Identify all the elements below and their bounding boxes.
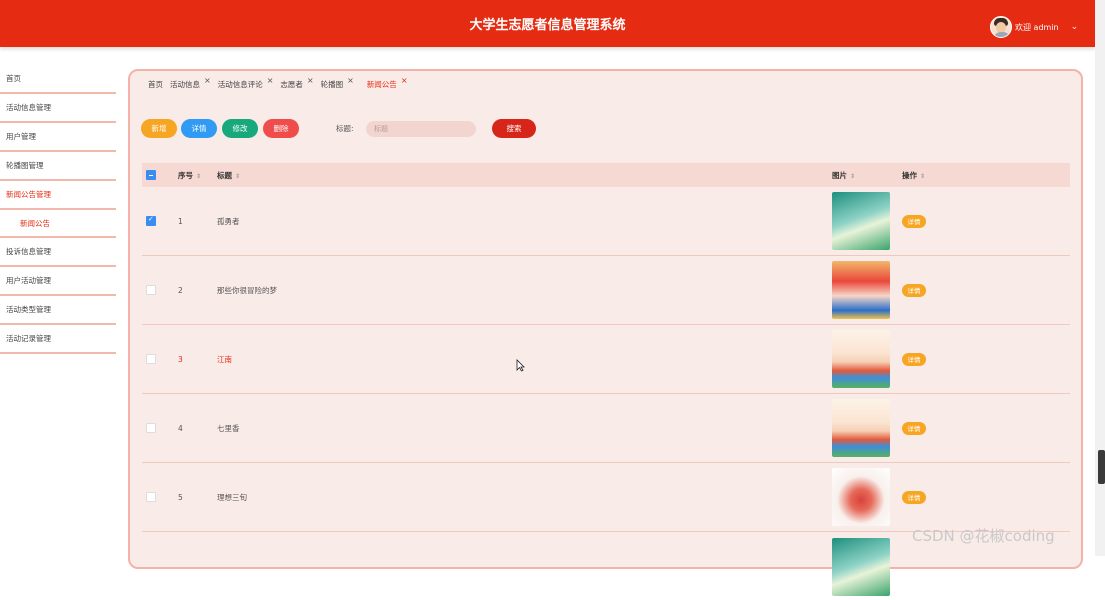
news-image	[832, 330, 890, 388]
news-image	[832, 261, 890, 319]
tab-activity-comments[interactable]: 活动信息评论 ×	[218, 76, 274, 90]
row-checkbox[interactable]	[146, 423, 156, 433]
tab-carousel[interactable]: 轮播图 ×	[321, 76, 354, 90]
row-checkbox[interactable]	[146, 492, 156, 502]
row-detail-button[interactable]: 详情	[902, 283, 926, 297]
welcome-text: 欢迎 admin	[1015, 22, 1059, 32]
table-row[interactable]: 3 江南 详情	[142, 325, 1070, 394]
sidebar-item-activity-type[interactable]: 活动类型管理	[0, 296, 116, 325]
header-op[interactable]: 操作 ⇕	[902, 170, 925, 181]
app-title: 大学生志愿者信息管理系统	[469, 18, 626, 33]
row-checkbox[interactable]	[146, 354, 156, 364]
detail-button[interactable]: 详情	[181, 119, 217, 138]
row-no: 2	[178, 285, 183, 295]
row-title: 孤勇者	[217, 216, 240, 226]
tab-activity-info[interactable]: 活动信息 ×	[170, 76, 211, 90]
close-icon[interactable]: ×	[347, 76, 354, 85]
sidebar-subitem-news[interactable]: 新闻公告	[0, 210, 116, 236]
table-header: 序号 ⇕ 标题 ⇕ 图片 ⇕ 操作 ⇕	[142, 163, 1070, 187]
sidebar-item-users[interactable]: 用户管理	[0, 123, 116, 152]
close-icon[interactable]: ×	[307, 76, 314, 85]
chevron-down-icon[interactable]: ⌄	[1071, 22, 1079, 32]
row-title: 七里香	[217, 423, 240, 433]
sidebar-item-activity-record[interactable]: 活动记录管理	[0, 325, 116, 354]
watermark: CSDN @花椒coding	[912, 527, 1055, 545]
row-detail-button[interactable]: 详情	[902, 214, 926, 228]
sort-icon[interactable]: ⇕	[850, 173, 855, 180]
edit-button[interactable]: 修改	[222, 119, 258, 138]
add-button[interactable]: 新增	[141, 119, 177, 138]
row-title: 那些你很冒险的梦	[217, 285, 277, 295]
user-menu[interactable]: 欢迎 admin ⌄	[990, 16, 1078, 38]
row-no: 4	[178, 423, 183, 433]
cursor-icon	[516, 359, 525, 372]
row-detail-button[interactable]: 详情	[902, 490, 926, 504]
top-bar: 大学生志愿者信息管理系统 欢迎 admin ⌄	[0, 0, 1095, 47]
close-icon[interactable]: ×	[401, 76, 408, 85]
main-panel: 首页 活动信息 × 活动信息评论 × 志愿者 × 轮播图 × 新闻公告 × 新增 详情 修…	[128, 69, 1083, 596]
sidebar-item-activity-info[interactable]: 活动信息管理	[0, 94, 116, 123]
table-row[interactable]: 1 孤勇者 详情	[142, 187, 1070, 256]
avatar[interactable]	[990, 16, 1012, 38]
tab-home[interactable]: 首页	[148, 79, 163, 90]
row-title: 江南	[217, 354, 232, 364]
sidebar-item-user-activity[interactable]: 用户活动管理	[0, 267, 116, 296]
news-image	[832, 468, 890, 526]
close-icon[interactable]: ×	[204, 76, 211, 85]
sidebar-item-carousel[interactable]: 轮播图管理	[0, 152, 116, 181]
sort-icon[interactable]: ⇕	[196, 173, 201, 180]
sort-icon[interactable]: ⇕	[235, 173, 240, 180]
delete-button[interactable]: 删除	[263, 119, 299, 138]
news-image	[832, 192, 890, 250]
header-title[interactable]: 标题 ⇕	[217, 170, 240, 181]
news-image	[832, 538, 890, 596]
search-button[interactable]: 搜索	[492, 119, 536, 138]
row-no: 3	[178, 354, 183, 364]
table-row[interactable]: 2 那些你很冒险的梦 详情	[142, 256, 1070, 325]
row-checkbox[interactable]	[146, 215, 156, 226]
table-row[interactable]: 5 理想三旬 详情	[142, 463, 1070, 532]
row-title: 理想三旬	[217, 492, 247, 502]
row-no: 5	[178, 492, 183, 502]
search-label: 标题:	[336, 124, 354, 133]
header-image[interactable]: 图片 ⇕	[832, 170, 855, 181]
row-detail-button[interactable]: 详情	[902, 421, 926, 435]
sidebar: 首页 活动信息管理 用户管理 轮播图管理 新闻公告管理 新闻公告 投诉信息管理 …	[0, 65, 116, 354]
row-no: 1	[178, 216, 183, 226]
tab-bar: 首页 活动信息 × 活动信息评论 × 志愿者 × 轮播图 × 新闻公告 ×	[148, 76, 415, 90]
table-row[interactable]: 4 七里香 详情	[142, 394, 1070, 463]
header-no[interactable]: 序号 ⇕	[178, 170, 201, 181]
close-icon[interactable]: ×	[267, 76, 274, 85]
sort-icon[interactable]: ⇕	[920, 173, 925, 180]
row-detail-button[interactable]: 详情	[902, 352, 926, 366]
select-all-checkbox[interactable]	[146, 170, 156, 180]
news-image	[832, 399, 890, 457]
tab-volunteers[interactable]: 志愿者 ×	[280, 76, 314, 90]
sidebar-item-complaints[interactable]: 投诉信息管理	[0, 236, 116, 267]
scrollbar-thumb[interactable]	[1098, 450, 1105, 484]
row-checkbox[interactable]	[146, 285, 156, 295]
sidebar-item-news[interactable]: 新闻公告管理	[0, 181, 116, 210]
tab-news[interactable]: 新闻公告 ×	[367, 76, 408, 90]
sidebar-item-home[interactable]: 首页	[0, 65, 116, 94]
search-input[interactable]	[366, 121, 476, 137]
